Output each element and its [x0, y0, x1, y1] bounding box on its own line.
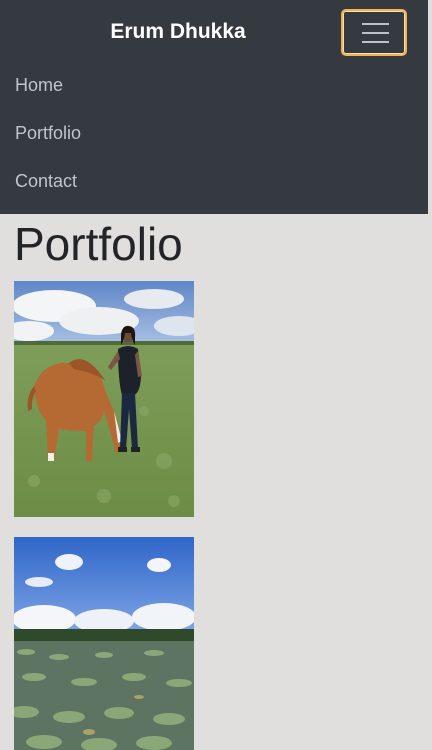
portfolio-photo-pond: [14, 537, 194, 750]
nav-item-home[interactable]: Home: [0, 61, 81, 109]
nav-item-portfolio[interactable]: Portfolio: [0, 109, 81, 157]
navbar-toggler-button[interactable]: [341, 9, 407, 56]
page: Erum Dhukka Home Portfolio Contact Portf…: [0, 0, 432, 750]
hamburger-menu-icon: [362, 23, 389, 43]
portfolio-photo-horse: [14, 281, 194, 517]
page-title: Portfolio: [14, 218, 183, 270]
nav-item-contact[interactable]: Contact: [0, 157, 81, 205]
navbar: Erum Dhukka Home Portfolio Contact: [0, 0, 428, 214]
navbar-brand[interactable]: Erum Dhukka: [0, 18, 356, 46]
nav-menu: Home Portfolio Contact: [0, 61, 81, 205]
